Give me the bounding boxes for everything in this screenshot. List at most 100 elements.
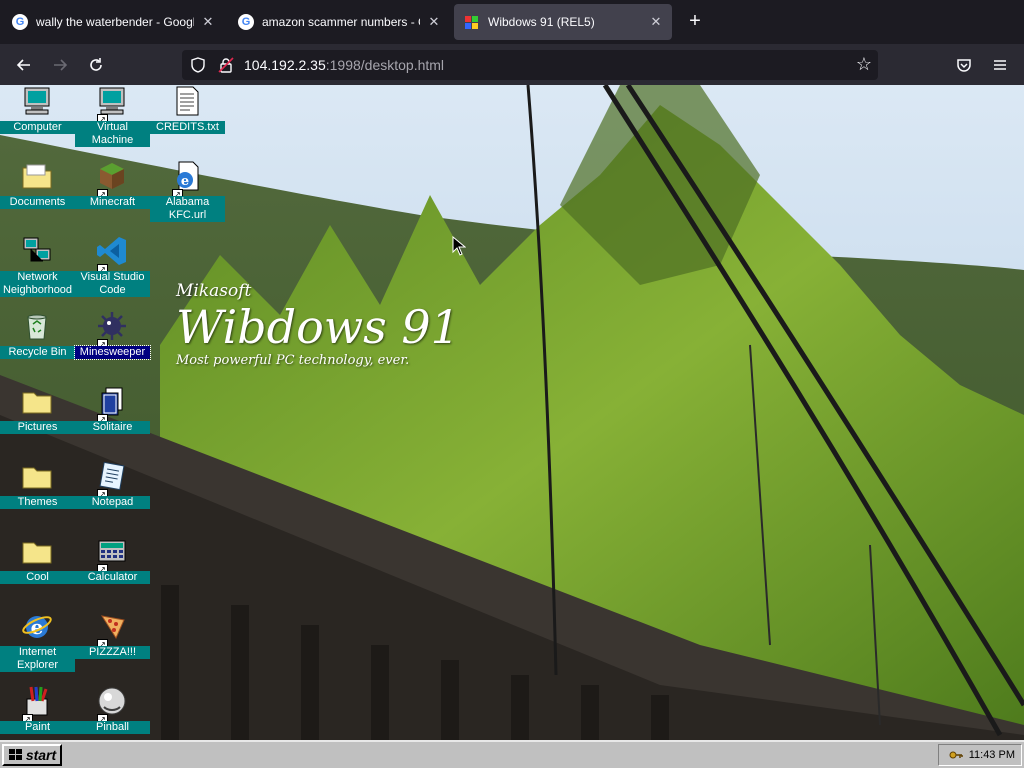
icon-label: Pinball <box>75 721 150 734</box>
icon-label: CREDITS.txt <box>150 121 225 134</box>
icon-label: Cool <box>0 571 75 584</box>
svg-text:e: e <box>181 174 189 189</box>
forward-arrow-icon <box>54 59 68 71</box>
tab-3[interactable]: Wibdows 91 (REL5) ✕ <box>454 4 672 40</box>
network-icon <box>23 237 51 262</box>
desktop-icon-internet-explorer[interactable]: e Internet Explorer <box>0 610 75 685</box>
tab-3-title: Wibdows 91 (REL5) <box>488 15 595 29</box>
icon-label: Solitaire <box>75 421 150 434</box>
desktop-icon-alabama-kfc-url[interactable]: e ↗ Alabama KFC.url <box>150 160 225 235</box>
icon-label: Internet Explorer <box>0 646 75 672</box>
new-tab-button[interactable]: + <box>684 10 706 32</box>
taskbar: start 11:43 PM <box>0 740 1024 768</box>
icon-label: Computer <box>0 121 75 134</box>
tray-key-icon[interactable] <box>949 749 963 761</box>
text-file-icon <box>176 86 199 116</box>
mouse-cursor-icon <box>452 236 466 256</box>
pinball-icon <box>98 687 126 715</box>
desktop[interactable]: Mikasoft Wibdows 91 Most powerful PC tec… <box>0 85 1024 740</box>
reload-button[interactable] <box>83 52 109 78</box>
back-button[interactable] <box>11 52 37 78</box>
brand-title: Wibdows 91 <box>176 300 460 354</box>
system-tray: 11:43 PM <box>938 744 1022 766</box>
hamburger-menu-icon <box>994 60 1006 70</box>
back-arrow-icon <box>16 59 30 71</box>
desktop-icon-calculator[interactable]: ↗ Calculator <box>75 535 150 610</box>
folder-icon <box>22 392 52 414</box>
brand-logo: Mikasoft Wibdows 91 Most powerful PC tec… <box>176 281 460 368</box>
google-icon: G <box>12 14 28 30</box>
icon-label: Notepad <box>75 496 150 509</box>
folder-icon <box>22 542 52 564</box>
start-label: start <box>25 747 57 763</box>
start-button[interactable]: start <box>2 744 62 766</box>
notepad-icon <box>99 461 125 491</box>
close-icon[interactable]: ✕ <box>426 14 442 30</box>
reload-icon <box>90 58 102 71</box>
icon-label: Calculator <box>75 571 150 584</box>
brand-sub: Mikasoft <box>176 281 252 301</box>
desktop-icon-computer[interactable]: Computer <box>0 85 75 160</box>
computer-icon <box>99 87 125 115</box>
minecraft-icon <box>100 163 124 189</box>
clock[interactable]: 11:43 PM <box>969 749 1015 761</box>
wibdows-icon <box>465 16 478 29</box>
tab-1[interactable]: G wally the waterbender - Google ✕ <box>2 4 224 40</box>
icon-label: Virtual Machine <box>75 121 150 147</box>
desktop-icon-pizza[interactable]: ↗ PIZZZA!!! <box>75 610 150 685</box>
desktop-icon-minesweeper[interactable]: ↗ Minesweeper <box>74 310 151 385</box>
brand-tagline: Most powerful PC technology, ever. <box>176 353 410 368</box>
desktop-icon-virtual-machine[interactable]: ↗ Virtual Machine <box>75 85 150 160</box>
computer-icon <box>24 87 50 115</box>
desktop-icon-network-neighborhood[interactable]: Network Neighborhood <box>0 235 75 310</box>
folder-icon <box>22 164 52 189</box>
nav-bar: 104.192.2.35:1998/desktop.html ☆ <box>0 44 1024 85</box>
pocket-button[interactable] <box>951 52 977 78</box>
insecure-lock-icon[interactable] <box>218 57 234 73</box>
icon-label: Minecraft <box>75 196 150 209</box>
desktop-icon-themes[interactable]: Themes <box>0 460 75 535</box>
desktop-icon-notepad[interactable]: ↗ Notepad <box>75 460 150 535</box>
desktop-icon-documents[interactable]: Documents <box>0 160 75 235</box>
pocket-icon <box>957 59 971 72</box>
desktop-icon-visual-studio-code[interactable]: ↗ Visual Studio Code <box>75 235 150 310</box>
forward-button[interactable] <box>47 52 73 78</box>
tab-2-title: amazon scammer numbers - Go <box>262 15 420 29</box>
icon-label: Recycle Bin <box>0 346 75 359</box>
desktop-icon-credits-txt[interactable]: CREDITS.txt <box>150 85 225 160</box>
icon-label: PIZZZA!!! <box>75 646 150 659</box>
google-icon: G <box>238 14 254 30</box>
desktop-icon-solitaire[interactable]: ↗ Solitaire <box>75 385 150 460</box>
icon-label: Network Neighborhood <box>0 271 75 297</box>
close-icon[interactable]: ✕ <box>648 14 664 30</box>
desktop-icon-cool[interactable]: Cool <box>0 535 75 610</box>
tab-2[interactable]: G amazon scammer numbers - Go ✕ <box>228 4 450 40</box>
internet-explorer-icon: e <box>22 615 52 639</box>
icon-label: Alabama KFC.url <box>150 196 225 222</box>
bookmark-star-icon[interactable]: ☆ <box>856 54 872 75</box>
url-text[interactable]: 104.192.2.35:1998/desktop.html <box>244 57 444 73</box>
vscode-icon <box>97 237 126 265</box>
desktop-icon-pictures[interactable]: Pictures <box>0 385 75 460</box>
internet-shortcut-icon: e <box>177 161 199 191</box>
paint-icon <box>26 686 48 716</box>
url-path: :1998/desktop.html <box>325 57 445 73</box>
shield-icon[interactable] <box>190 57 206 73</box>
menu-button[interactable] <box>987 52 1013 78</box>
close-icon[interactable]: ✕ <box>200 14 216 30</box>
tab-bar: G wally the waterbender - Google ✕ G ama… <box>0 0 1024 44</box>
calculator-icon <box>98 540 126 562</box>
icon-label: Minesweeper <box>74 345 151 360</box>
desktop-icon-recycle-bin[interactable]: Recycle Bin <box>0 310 75 385</box>
icon-label: Pictures <box>0 421 75 434</box>
url-bar[interactable]: 104.192.2.35:1998/desktop.html ☆ <box>182 50 878 80</box>
desktop-icon-pinball[interactable]: ↗ Pinball <box>75 685 150 740</box>
minesweeper-icon <box>98 312 126 340</box>
icon-label: Visual Studio Code <box>75 271 150 297</box>
pizza-icon <box>100 615 125 640</box>
desktop-icon-minecraft[interactable]: ↗ Minecraft <box>75 160 150 235</box>
desktop-icon-paint[interactable]: ↗ Paint <box>0 685 75 740</box>
icon-label: Paint <box>0 721 75 734</box>
start-logo-icon <box>8 749 22 760</box>
url-host: 104.192.2.35 <box>244 57 326 73</box>
